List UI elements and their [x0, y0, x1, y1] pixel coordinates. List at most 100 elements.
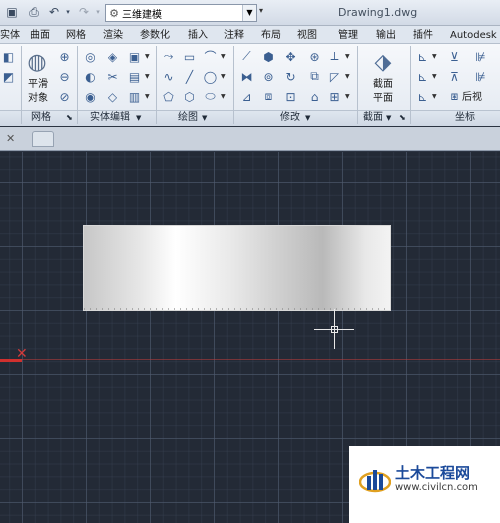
- tab-plugins[interactable]: 插件: [413, 28, 433, 43]
- fillet-icon[interactable]: ⊛: [306, 48, 323, 65]
- chevron-down-icon[interactable]: ▼: [136, 111, 141, 125]
- point-icon[interactable]: ⬡: [181, 88, 198, 105]
- panel-launcher-icon[interactable]: ⬊: [66, 111, 73, 125]
- extract-edges-icon[interactable]: ◈: [104, 48, 121, 65]
- rectangle-icon[interactable]: ▭: [181, 48, 198, 65]
- chevron-down-icon[interactable]: ▼: [202, 111, 207, 125]
- array-icon[interactable]: ⊞: [326, 88, 343, 105]
- union-icon[interactable]: ◎: [82, 48, 99, 65]
- extrude-icon[interactable]: ◩: [0, 68, 17, 85]
- tab-output[interactable]: 输出: [376, 28, 396, 43]
- undo-dropdown-icon[interactable]: ▾: [60, 4, 76, 20]
- circle-icon[interactable]: ◯: [202, 68, 219, 85]
- section-plane-label-1[interactable]: 截面: [366, 78, 400, 91]
- align-icon[interactable]: ⊿: [238, 88, 255, 105]
- ucs-view-icon[interactable]: ⊾: [414, 88, 431, 105]
- workspace-select[interactable]: ⚙ 三维建模 ▼: [105, 4, 257, 22]
- chevron-down-icon[interactable]: ▼: [432, 88, 438, 105]
- close-icon[interactable]: ✕: [6, 132, 15, 145]
- subtract-icon[interactable]: ◐: [82, 68, 99, 85]
- separate-icon[interactable]: ✂: [104, 68, 121, 85]
- 3d-solid-box[interactable]: [83, 225, 391, 311]
- section-plane-icon[interactable]: ⬗: [368, 48, 398, 76]
- 3d-mirror-icon[interactable]: ⧓: [238, 68, 255, 85]
- print-icon[interactable]: ⎙: [26, 4, 42, 20]
- tab-mesh[interactable]: 网格: [66, 28, 86, 43]
- panel-title-draw[interactable]: 绘图: [178, 111, 198, 125]
- chevron-down-icon[interactable]: ▼: [432, 48, 438, 65]
- ellipse-icon[interactable]: ⬭: [202, 88, 219, 105]
- box-icon[interactable]: ◧: [0, 48, 17, 65]
- chevron-down-icon[interactable]: ▼: [345, 68, 351, 85]
- chevron-down-icon[interactable]: ▼: [145, 68, 151, 85]
- tab-layout[interactable]: 布局: [261, 28, 281, 43]
- 3d-array-icon[interactable]: ⧈: [260, 88, 277, 105]
- panel-title-modify[interactable]: 修改: [280, 111, 300, 125]
- trim-icon[interactable]: ⟂: [326, 48, 343, 65]
- gear-icon: ⚙: [109, 6, 119, 20]
- section-plane-label-2[interactable]: 平面: [366, 92, 400, 105]
- spline-icon[interactable]: ∿: [160, 68, 177, 85]
- tab-autodesk[interactable]: Autodesk: [450, 28, 497, 43]
- ucs-x-icon[interactable]: ⊯: [472, 48, 489, 65]
- polygon-icon[interactable]: ⬠: [160, 88, 177, 105]
- view-back-icon[interactable]: ⧆: [446, 88, 463, 105]
- chevron-down-icon[interactable]: ▼: [305, 111, 310, 125]
- tab-view[interactable]: 视图: [297, 28, 317, 43]
- tab-insert[interactable]: 插入: [188, 28, 208, 43]
- panel-launcher-icon[interactable]: ⬊: [399, 111, 406, 125]
- ucs-y-icon[interactable]: ⊯: [472, 68, 489, 85]
- 3d-align-icon[interactable]: ⬢: [260, 48, 277, 65]
- redo-dropdown-icon[interactable]: ▾: [90, 4, 106, 20]
- line-icon[interactable]: ╱: [181, 68, 198, 85]
- move-icon[interactable]: ✥: [282, 48, 299, 65]
- polyline-icon[interactable]: ⤳: [160, 48, 177, 65]
- new-drawing-tab-icon[interactable]: [32, 131, 54, 147]
- 3d-rotate-icon[interactable]: ⊚: [260, 68, 277, 85]
- chevron-down-icon[interactable]: ▼: [145, 48, 151, 65]
- chevron-down-icon[interactable]: ▼: [221, 88, 227, 105]
- tab-surface[interactable]: 曲面: [30, 28, 50, 43]
- ucs-world-icon[interactable]: ⊻: [446, 48, 463, 65]
- arc-icon[interactable]: ⌒: [202, 48, 219, 65]
- panel-title-solid-editing[interactable]: 实体编辑: [90, 111, 130, 125]
- offset-icon[interactable]: ⟋: [238, 48, 255, 65]
- check-icon[interactable]: ▥: [126, 88, 143, 105]
- chevron-down-icon[interactable]: ▼: [386, 111, 391, 125]
- panel-title-section[interactable]: 截面: [363, 111, 383, 125]
- ucs-previous-icon[interactable]: ⊼: [446, 68, 463, 85]
- slice-icon[interactable]: ◇: [104, 88, 121, 105]
- save-icon[interactable]: ▣: [4, 4, 20, 20]
- chevron-down-icon[interactable]: ▼: [242, 5, 256, 21]
- stretch-icon[interactable]: ⌂: [306, 88, 323, 105]
- panel-separator: [77, 46, 78, 124]
- tab-solid[interactable]: 实体: [0, 28, 20, 43]
- shell-icon[interactable]: ▤: [126, 68, 143, 85]
- chevron-down-icon[interactable]: ▼: [221, 68, 227, 85]
- quick-access-more-icon[interactable]: ▾: [259, 6, 263, 15]
- tab-annotate[interactable]: 注释: [224, 28, 244, 43]
- chevron-down-icon[interactable]: ▼: [345, 88, 351, 105]
- extrude-faces-icon[interactable]: ▣: [126, 48, 143, 65]
- ucs-origin-icon[interactable]: ⊾: [414, 68, 431, 85]
- intersect-icon[interactable]: ◉: [82, 88, 99, 105]
- mesh-smooth-more-icon[interactable]: ⊕: [56, 48, 73, 65]
- chevron-down-icon[interactable]: ▼: [345, 48, 351, 65]
- chevron-down-icon[interactable]: ▼: [432, 68, 438, 85]
- chamfer-icon[interactable]: ◸: [326, 68, 343, 85]
- chevron-down-icon[interactable]: ▼: [221, 48, 227, 65]
- mesh-refine-icon[interactable]: ⊘: [56, 88, 73, 105]
- smooth-object-label-1[interactable]: 平滑: [24, 78, 52, 91]
- view-back-label[interactable]: 后视: [462, 91, 486, 104]
- smooth-object-label-2[interactable]: 对象: [24, 92, 52, 105]
- scale-icon[interactable]: ⊡: [282, 88, 299, 105]
- copy-icon[interactable]: ⧉: [306, 68, 323, 85]
- smooth-object-icon[interactable]: ◍: [24, 48, 50, 76]
- chevron-down-icon[interactable]: ▼: [145, 88, 151, 105]
- ucs-icon[interactable]: ⊾: [414, 48, 431, 65]
- tab-manage[interactable]: 管理: [338, 28, 358, 43]
- rotate-icon[interactable]: ↻: [282, 68, 299, 85]
- tab-render[interactable]: 渲染: [103, 28, 123, 43]
- mesh-smooth-less-icon[interactable]: ⊖: [56, 68, 73, 85]
- tab-parametric[interactable]: 参数化: [140, 28, 170, 43]
